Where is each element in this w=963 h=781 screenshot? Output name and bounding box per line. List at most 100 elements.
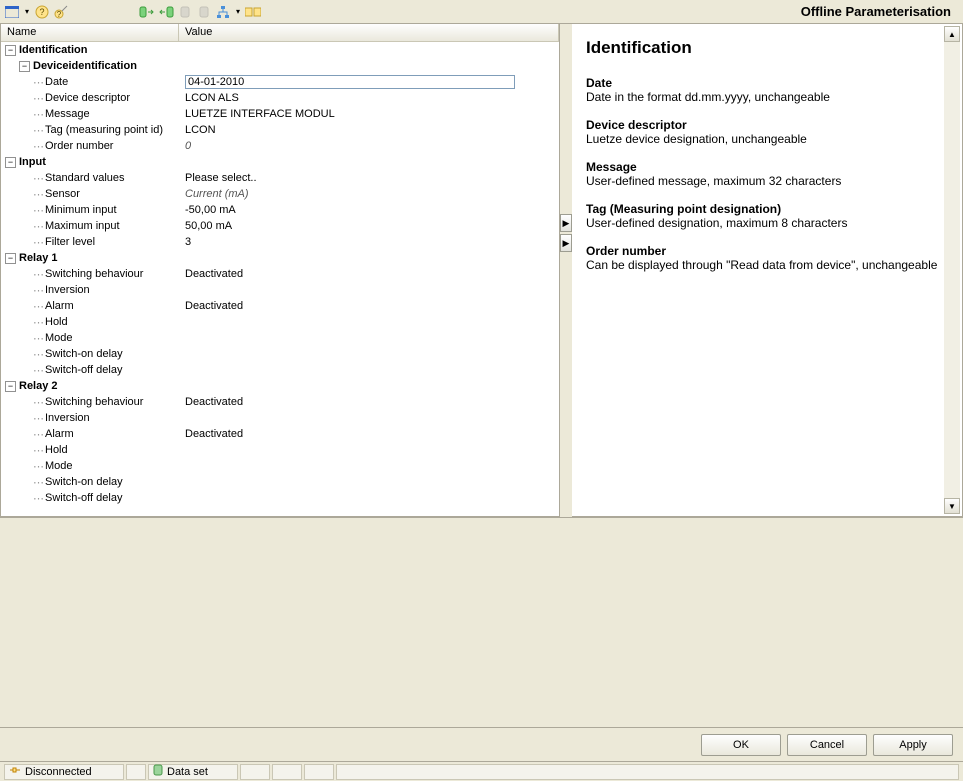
apply-button[interactable]: Apply bbox=[873, 734, 953, 756]
param-max-input[interactable]: Maximum input bbox=[45, 220, 120, 232]
status-dataset: Data set bbox=[148, 764, 238, 780]
col-header-value[interactable]: Value bbox=[179, 24, 559, 41]
param-r2-ondelay[interactable]: Switch-on delay bbox=[45, 476, 123, 488]
dialog-button-bar: OK Cancel Apply bbox=[0, 727, 963, 761]
param-r2-inversion[interactable]: Inversion bbox=[45, 412, 90, 424]
param-min-input-value[interactable]: -50,00 mA bbox=[179, 204, 559, 216]
compare-icon[interactable] bbox=[245, 4, 261, 20]
device-icon bbox=[153, 764, 163, 779]
node-deviceidentification[interactable]: Deviceidentification bbox=[33, 60, 137, 72]
parameter-tree[interactable]: −Identification −Deviceidentification ⋯D… bbox=[1, 42, 559, 512]
cancel-button[interactable]: Cancel bbox=[787, 734, 867, 756]
window-title: Offline Parameterisation bbox=[801, 4, 959, 19]
help-message-title: Message bbox=[586, 160, 948, 174]
param-r1-hold[interactable]: Hold bbox=[45, 316, 68, 328]
scroll-down-icon[interactable]: ▼ bbox=[944, 498, 960, 514]
help-wizard-icon[interactable]: ? bbox=[34, 4, 50, 20]
param-r1-mode[interactable]: Mode bbox=[45, 332, 73, 344]
help-date-title: Date bbox=[586, 76, 948, 90]
node-relay2[interactable]: Relay 2 bbox=[19, 380, 58, 392]
help-descriptor-body: Luetze device designation, unchangeable bbox=[586, 132, 948, 146]
device-disabled-2-icon bbox=[196, 4, 212, 20]
splitter[interactable]: ▶ ▶ bbox=[560, 24, 572, 517]
param-descriptor[interactable]: Device descriptor bbox=[45, 92, 130, 104]
param-message[interactable]: Message bbox=[45, 108, 90, 120]
param-r2-alarm-value[interactable]: Deactivated bbox=[179, 428, 559, 440]
param-r1-alarm-value[interactable]: Deactivated bbox=[179, 300, 559, 312]
node-relay1[interactable]: Relay 1 bbox=[19, 252, 58, 264]
param-sensor-value[interactable]: Current (mA) bbox=[179, 188, 559, 200]
network-tree-icon[interactable] bbox=[215, 4, 231, 20]
minus-icon[interactable]: − bbox=[19, 61, 30, 72]
dropdown-icon[interactable]: ▾ bbox=[23, 7, 31, 16]
node-input[interactable]: Input bbox=[19, 156, 46, 168]
status-pad-2 bbox=[240, 764, 270, 780]
param-order-value[interactable]: 0 bbox=[179, 140, 559, 152]
help-descriptor-title: Device descriptor bbox=[586, 118, 948, 132]
help-order-title: Order number bbox=[586, 244, 948, 258]
status-pad-5 bbox=[336, 764, 959, 780]
plug-icon bbox=[9, 765, 21, 778]
param-date-value[interactable]: 04-01-2010 bbox=[185, 75, 515, 89]
param-descriptor-value[interactable]: LCON ALS bbox=[179, 92, 559, 104]
status-bar: Disconnected Data set bbox=[0, 761, 963, 781]
main-area: Name Value −Identification −Deviceidenti… bbox=[0, 24, 963, 517]
collapse-right-icon[interactable]: ▶ bbox=[560, 214, 572, 232]
param-max-input-value[interactable]: 50,00 mA bbox=[179, 220, 559, 232]
help-message-body: User-defined message, maximum 32 charact… bbox=[586, 174, 948, 188]
lower-empty-area bbox=[0, 517, 963, 727]
param-r1-inversion[interactable]: Inversion bbox=[45, 284, 90, 296]
param-r1-offdelay[interactable]: Switch-off delay bbox=[45, 364, 122, 376]
ok-button[interactable]: OK bbox=[701, 734, 781, 756]
param-standard-values-value[interactable]: Please select.. bbox=[179, 172, 559, 184]
minus-icon[interactable]: − bbox=[5, 157, 16, 168]
param-r2-offdelay[interactable]: Switch-off delay bbox=[45, 492, 122, 504]
window-layout-icon[interactable] bbox=[4, 4, 20, 20]
param-message-value[interactable]: LUETZE INTERFACE MODUL bbox=[179, 108, 559, 120]
param-r2-hold[interactable]: Hold bbox=[45, 444, 68, 456]
status-pad-4 bbox=[304, 764, 334, 780]
node-identification[interactable]: Identification bbox=[19, 44, 87, 56]
scrollbar[interactable]: ▲ ▼ bbox=[944, 26, 960, 514]
minus-icon[interactable]: − bbox=[5, 45, 16, 56]
upload-from-device-icon[interactable] bbox=[158, 4, 174, 20]
download-to-device-icon[interactable] bbox=[139, 4, 155, 20]
status-connection: Disconnected bbox=[4, 764, 124, 780]
parameter-tree-pane: Name Value −Identification −Deviceidenti… bbox=[0, 24, 560, 517]
scroll-up-icon[interactable]: ▲ bbox=[944, 26, 960, 42]
minus-icon[interactable]: − bbox=[5, 381, 16, 392]
column-header: Name Value bbox=[1, 24, 559, 42]
param-r1-alarm[interactable]: Alarm bbox=[45, 300, 74, 312]
param-filter-level-value[interactable]: 3 bbox=[179, 236, 559, 248]
svg-text:?: ? bbox=[57, 10, 62, 19]
status-pad-1 bbox=[126, 764, 146, 780]
param-r2-mode[interactable]: Mode bbox=[45, 460, 73, 472]
toolbar: ▾ ? ? ▾ Offline Parameterisation bbox=[0, 0, 963, 24]
param-filter-level[interactable]: Filter level bbox=[45, 236, 95, 248]
help-pane: Identification Date Date in the format d… bbox=[572, 24, 963, 517]
param-tag-value[interactable]: LCON bbox=[179, 124, 559, 136]
help-magic-icon[interactable]: ? bbox=[53, 4, 69, 20]
param-min-input[interactable]: Minimum input bbox=[45, 204, 117, 216]
param-tag[interactable]: Tag (measuring point id) bbox=[45, 124, 163, 136]
param-r2-switching[interactable]: Switching behaviour bbox=[45, 396, 143, 408]
help-date-body: Date in the format dd.mm.yyyy, unchangea… bbox=[586, 90, 948, 104]
param-r1-switching-value[interactable]: Deactivated bbox=[179, 268, 559, 280]
param-r1-ondelay[interactable]: Switch-on delay bbox=[45, 348, 123, 360]
param-r2-switching-value[interactable]: Deactivated bbox=[179, 396, 559, 408]
help-order-body: Can be displayed through "Read data from… bbox=[586, 258, 948, 272]
param-r2-alarm[interactable]: Alarm bbox=[45, 428, 74, 440]
device-disabled-1-icon bbox=[177, 4, 193, 20]
help-tag-body: User-defined designation, maximum 8 char… bbox=[586, 216, 948, 230]
collapse-right-icon[interactable]: ▶ bbox=[560, 234, 572, 252]
status-pad-3 bbox=[272, 764, 302, 780]
minus-icon[interactable]: − bbox=[5, 253, 16, 264]
help-tag-title: Tag (Measuring point designation) bbox=[586, 202, 948, 216]
dropdown-icon[interactable]: ▾ bbox=[234, 7, 242, 16]
param-sensor[interactable]: Sensor bbox=[45, 188, 80, 200]
param-r1-switching[interactable]: Switching behaviour bbox=[45, 268, 143, 280]
param-order[interactable]: Order number bbox=[45, 140, 113, 152]
col-header-name[interactable]: Name bbox=[1, 24, 179, 41]
param-date[interactable]: Date bbox=[45, 76, 68, 88]
param-standard-values[interactable]: Standard values bbox=[45, 172, 125, 184]
